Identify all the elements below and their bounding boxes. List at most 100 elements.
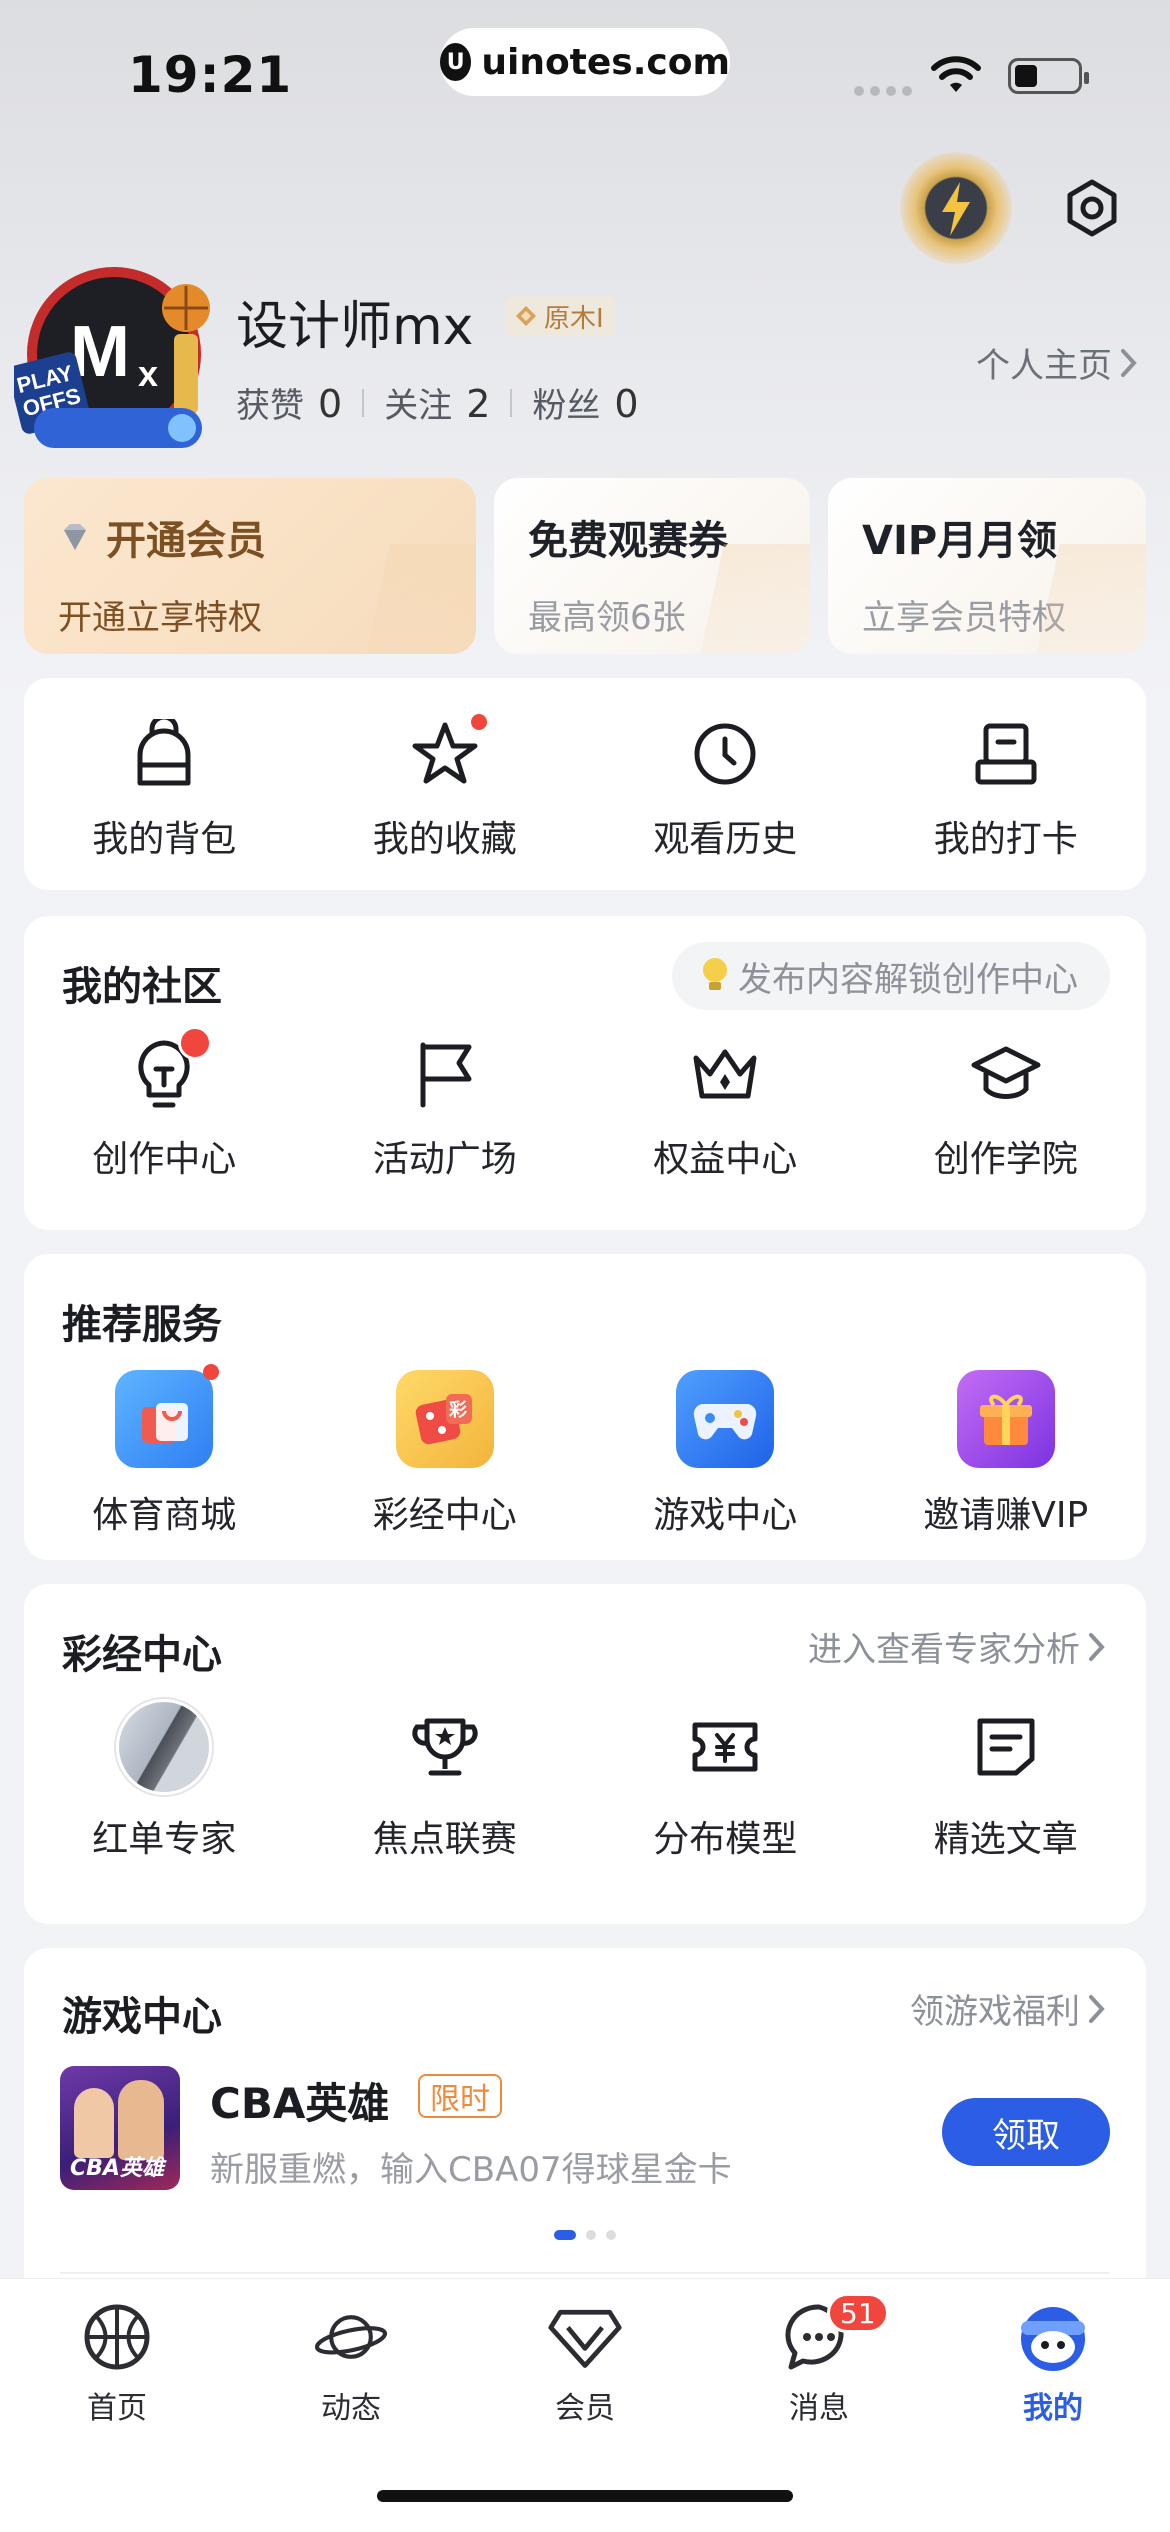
- quick-action-favorites[interactable]: 我的收藏: [305, 714, 586, 862]
- level-text: 原木I: [544, 303, 604, 334]
- gift-icon: [956, 1370, 1055, 1468]
- chevron-right-icon: [1089, 1994, 1105, 2023]
- service-sports-mall[interactable]: 体育商城: [24, 1364, 305, 1538]
- quick-action-history[interactable]: 观看历史: [585, 716, 866, 862]
- notification-dot: [203, 1364, 220, 1380]
- community-activity-square[interactable]: 活动广场: [305, 1036, 586, 1182]
- promo-vip-monthly[interactable]: VIP月月领 立享会员特权: [828, 478, 1146, 654]
- quick-actions-card: 我的背包 我的收藏 观看历史 我的打卡: [24, 678, 1146, 890]
- community-benefits-center[interactable]: 权益中心: [585, 1036, 866, 1182]
- bolt-icon: [942, 182, 970, 236]
- avatar[interactable]: M x PLAY OFFS: [8, 258, 214, 458]
- quick-action-checkin[interactable]: 我的打卡: [866, 716, 1147, 862]
- svg-text:彩: 彩: [448, 1400, 467, 1421]
- lottery-expert-link[interactable]: 进入查看专家分析: [808, 1622, 1108, 1671]
- community-card: 我的社区 发布内容解锁创作中心 创作中心 活动广场 权益中心 创作学院: [24, 916, 1146, 1230]
- lottery-featured-articles[interactable]: 精选文章: [866, 1698, 1147, 1862]
- home-indicator: [377, 2490, 793, 2502]
- article-icon: [968, 1698, 1044, 1796]
- homepage-link[interactable]: 个人主页: [976, 338, 1140, 387]
- service-label: 彩经中心: [372, 1495, 517, 1536]
- community-creator-academy[interactable]: 创作学院: [866, 1036, 1147, 1182]
- stat-followers[interactable]: 粉丝 0: [532, 378, 638, 427]
- lottery-label: 精选文章: [933, 1819, 1078, 1860]
- tab-messages[interactable]: 51 消息: [702, 2293, 936, 2427]
- graduation-cap-icon: [968, 1036, 1044, 1112]
- tab-me[interactable]: 我的: [936, 2299, 1170, 2427]
- energy-bolt-button[interactable]: [900, 152, 1012, 264]
- cellular-signal-icon: [854, 86, 912, 96]
- level-badge[interactable]: 原木I: [506, 296, 616, 336]
- username: 设计师mx: [236, 297, 474, 357]
- game-promo-row[interactable]: CBA英雄 CBA英雄 限时 新服重燃，输入CBA07得球星金卡 领取: [60, 2066, 1110, 2190]
- stat-divider: [510, 388, 513, 417]
- promo-open-vip[interactable]: 开通会员 开通立享特权: [24, 478, 476, 654]
- shopping-bag-icon: [115, 1364, 220, 1468]
- quick-action-label: 我的打卡: [933, 819, 1078, 860]
- url-pill[interactable]: U uinotes.com: [440, 28, 730, 96]
- tab-label: 我的: [1023, 2391, 1083, 2426]
- game-thumbnail: CBA英雄: [60, 2066, 180, 2190]
- gamepad-icon: [676, 1370, 775, 1468]
- star-icon: [407, 714, 487, 792]
- game-description: 新服重燃，输入CBA07得球星金卡: [210, 2150, 732, 2190]
- claim-button[interactable]: 领取: [942, 2098, 1110, 2166]
- tab-label: 会员: [555, 2391, 615, 2426]
- quick-action-label: 观看历史: [653, 819, 798, 860]
- community-label: 权益中心: [653, 1139, 798, 1180]
- clock-icon: [687, 716, 763, 792]
- flag-icon: [407, 1036, 483, 1112]
- service-game-center[interactable]: 游戏中心: [585, 1370, 866, 1538]
- lottery-focus-league[interactable]: 焦点联赛: [305, 1698, 586, 1862]
- section-title: 我的社区: [62, 964, 222, 1010]
- tab-vip[interactable]: 会员: [468, 2299, 702, 2427]
- quick-action-backpack[interactable]: 我的背包: [24, 716, 305, 862]
- limited-tag: 限时: [418, 2074, 502, 2118]
- community-label: 活动广场: [372, 1139, 517, 1180]
- tab-label: 动态: [321, 2391, 381, 2426]
- status-bar: 19:21 U uinotes.com: [0, 0, 1170, 140]
- promo-free-ticket[interactable]: 免费观赛券 最高领6张: [494, 478, 810, 654]
- carousel-pager: [24, 2230, 1146, 2240]
- chevron-right-icon: [1089, 1632, 1105, 1661]
- settings-gear-icon[interactable]: [1060, 176, 1124, 240]
- profile-stats: 获赞 0 关注 2 粉丝 0: [236, 378, 639, 427]
- diamond-icon: [547, 2299, 623, 2375]
- tab-home[interactable]: 首页: [0, 2299, 234, 2427]
- tab-feed[interactable]: 动态: [234, 2299, 468, 2427]
- wifi-icon: [931, 56, 981, 92]
- section-title: 推荐服务: [62, 1302, 222, 1348]
- chevron-right-icon: [1121, 348, 1137, 377]
- expert-avatar: [115, 1698, 213, 1796]
- mascot-icon: [1015, 2299, 1091, 2375]
- quick-action-label: 我的背包: [92, 819, 237, 860]
- service-invite-vip[interactable]: 邀请赚VIP: [866, 1370, 1147, 1538]
- backpack-icon: [126, 716, 202, 792]
- tab-label: 首页: [87, 2391, 147, 2426]
- chat-icon: 51: [781, 2293, 889, 2375]
- section-title: 彩经中心: [62, 1632, 222, 1678]
- services-card: 推荐服务 体育商城 彩 彩经中心 游戏中心 邀请赚VIP: [24, 1254, 1146, 1560]
- game-welfare-link[interactable]: 领游戏福利: [910, 1984, 1108, 2033]
- section-title: 游戏中心: [62, 1994, 222, 2040]
- lock-badge-icon: [178, 1026, 213, 1060]
- url-text: uinotes.com: [481, 41, 730, 83]
- unread-count-badge: 51: [827, 2293, 889, 2333]
- lottery-distribution-model[interactable]: 分布模型: [585, 1698, 866, 1862]
- trophy-icon: [407, 1698, 483, 1796]
- lottery-label: 分布模型: [653, 1819, 798, 1860]
- service-lottery-center[interactable]: 彩 彩经中心: [305, 1370, 586, 1538]
- stat-divider: [362, 388, 365, 417]
- lightbulb-icon: [126, 1026, 213, 1112]
- ticket-yen-icon: [687, 1698, 763, 1796]
- community-label: 创作中心: [92, 1139, 237, 1180]
- vip-diamond-icon: [64, 524, 86, 550]
- community-creator-center[interactable]: 创作中心: [24, 1026, 305, 1182]
- service-label: 邀请赚VIP: [923, 1495, 1089, 1536]
- stat-following[interactable]: 关注 2: [384, 378, 490, 427]
- lottery-label: 焦点联赛: [372, 1819, 517, 1860]
- lottery-red-expert[interactable]: 红单专家: [24, 1698, 305, 1862]
- dice-icon: 彩: [395, 1370, 494, 1468]
- stat-likes[interactable]: 获赞 0: [236, 378, 342, 427]
- unlock-creator-hint[interactable]: 发布内容解锁创作中心: [672, 942, 1110, 1010]
